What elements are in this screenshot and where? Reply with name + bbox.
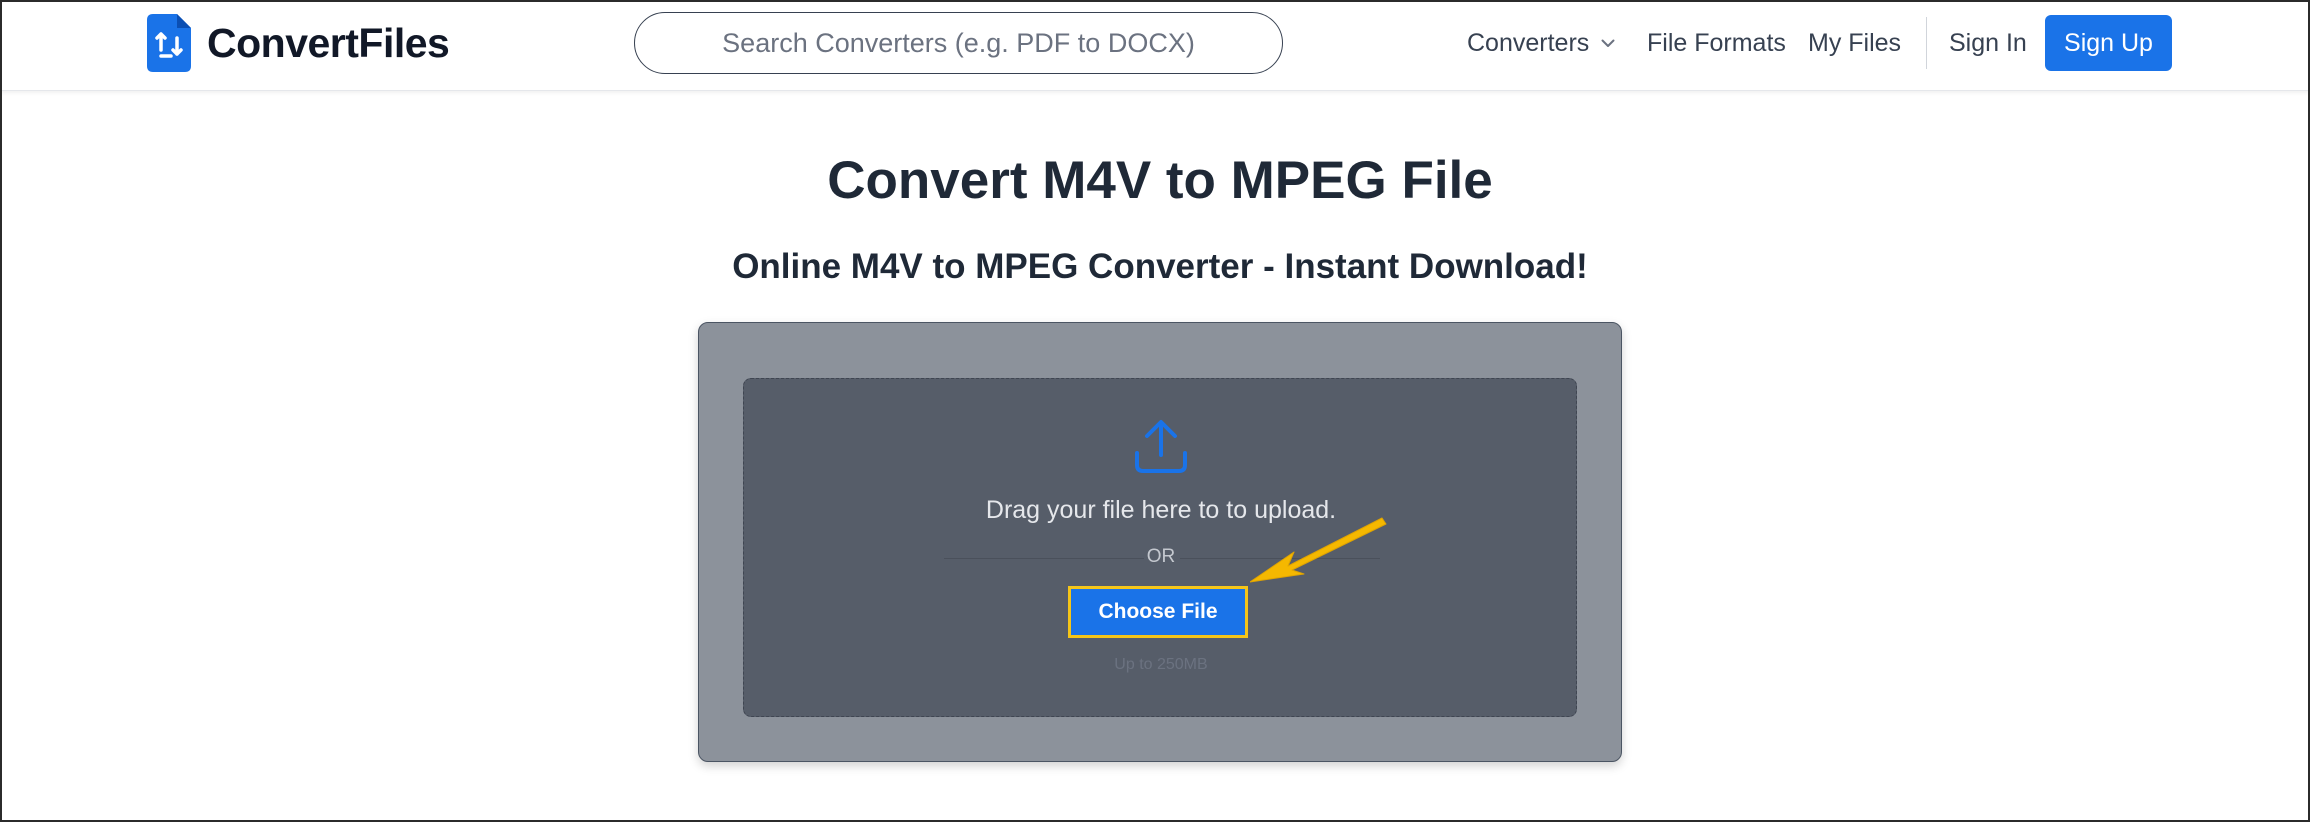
sign-in-link[interactable]: Sign In — [1949, 0, 2027, 86]
chevron-down-icon — [1601, 39, 1615, 47]
logo-text: ConvertFiles — [207, 19, 450, 66]
nav-my-files[interactable]: My Files — [1808, 0, 1901, 86]
annotation-arrow-icon — [1250, 517, 1387, 583]
nav-converters-label: Converters — [1467, 28, 1590, 57]
convert-file-logo-icon — [147, 14, 191, 72]
nav-divider — [1926, 17, 1927, 69]
nav-file-formats[interactable]: File Formats — [1647, 0, 1786, 86]
file-size-limit: Up to 250MB — [1114, 656, 1208, 673]
choose-file-button[interactable]: Choose File — [1068, 586, 1248, 638]
upload-icon — [1135, 420, 1187, 473]
page-title: Convert M4V to MPEG File — [827, 151, 1493, 210]
drop-zone[interactable]: Drag your file here to to upload. OR Cho… — [743, 378, 1577, 717]
search-input[interactable] — [634, 12, 1283, 74]
or-separator: OR — [1146, 546, 1176, 567]
site-header: ConvertFiles Converters File Formats My … — [0, 0, 2310, 91]
drag-instruction: Drag your file here to to upload. — [985, 496, 1337, 524]
upload-panel: Drag your file here to to upload. OR Cho… — [698, 322, 1622, 762]
logo-link[interactable]: ConvertFiles — [147, 14, 450, 72]
nav-converters-dropdown[interactable]: Converters — [1467, 0, 1615, 86]
page-subtitle: Online M4V to MPEG Converter - Instant D… — [732, 247, 1588, 286]
sign-up-button[interactable]: Sign Up — [2045, 15, 2172, 71]
